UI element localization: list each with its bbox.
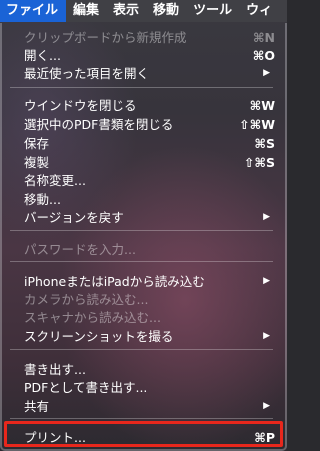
submenu-arrow-icon: ▶ [263,68,270,78]
menu-item-label: スクリーンショットを撮る [24,329,174,344]
menu-item-save[interactable]: 保存 ⌘S [0,134,283,153]
menu-item-duplicate[interactable]: 複製 ⇧⌘S [0,153,283,172]
menubar-file[interactable]: ファイル [0,0,67,22]
menu-item-shortcut: ⌘N [252,30,275,45]
menubar-view[interactable]: 表示 [106,0,146,22]
menu-item-rename[interactable]: 名称変更... [0,171,283,190]
menu-item-label: 最近使った項目を開く [24,66,150,81]
menu-item-label: PDFとして書き出す... [24,380,148,395]
menu-item-take-screenshot[interactable]: スクリーンショットを撮る ▶ [0,327,283,346]
menu-item-open-recent[interactable]: 最近使った項目を開く ▶ [0,64,283,83]
menu-separator [10,418,273,419]
menu-item-label: 共有 [24,399,50,414]
menu-item-revert[interactable]: バージョンを戻す ▶ [0,208,283,227]
menu-item-open[interactable]: 開く... ⌘O [0,46,283,65]
menu-item-shortcut: ⇧⌘W [239,117,275,132]
menu-item-label: バージョンを戻す [24,210,124,225]
menu-item-label: 書き出す... [24,362,86,377]
menu-item-enter-password: パスワードを入力... [0,240,283,259]
menu-item-label: 名称変更... [24,173,86,188]
submenu-arrow-icon: ▶ [263,401,270,411]
menu-item-shortcut: ⌘S [254,136,275,151]
menu-item-import-from-scanner: スキャナから読み込む... [0,308,283,327]
submenu-arrow-icon: ▶ [263,276,270,286]
menubar-tools[interactable]: ツール [186,0,239,22]
menu-separator [10,230,273,231]
menu-item-import-from-camera: カメラから読み込む... [0,290,283,309]
menu-item-close-pdf[interactable]: 選択中のPDF書類を閉じる ⇧⌘W [0,115,283,134]
menu-item-close-window[interactable]: ウインドウを閉じる ⌘W [0,96,283,115]
menu-item-shortcut: ⌘W [249,98,275,113]
menu-item-label: 選択中のPDF書類を閉じる [24,117,174,132]
menu-item-label: 複製 [24,155,50,170]
highlight-box [4,421,283,447]
menu-item-move[interactable]: 移動... [0,190,283,209]
menu-item-label: 保存 [24,136,50,151]
submenu-arrow-icon: ▶ [263,212,270,222]
menu-item-export[interactable]: 書き出す... [0,360,283,379]
menu-item-new-from-clipboard: クリップボードから新規作成 ⌘N [0,28,283,47]
menu-bar: ファイル 編集 表示 移動 ツール ウィ [0,0,287,22]
menubar-edit[interactable]: 編集 [66,0,106,22]
menu-item-export-as-pdf[interactable]: PDFとして書き出す... [0,378,283,397]
menu-item-shortcut: ⇧⌘S [243,155,275,170]
menu-item-label: クリップボードから新規作成 [24,30,187,45]
menu-item-label: カメラから読み込む... [24,292,149,307]
screen: ファイル 編集 表示 移動 ツール ウィ クリップボードから新規作成 ⌘N 開く..… [0,0,287,451]
menu-item-share[interactable]: 共有 ▶ [0,397,283,416]
menu-separator [10,349,273,350]
menubar-window[interactable]: ウィ [239,0,279,22]
menu-separator [10,87,273,88]
menu-item-label: 開く... [24,48,61,63]
submenu-arrow-icon: ▶ [263,331,270,341]
menu-item-shortcut: ⌘O [252,48,275,63]
menubar-go[interactable]: 移動 [146,0,186,22]
menu-item-import-from-iphone[interactable]: iPhoneまたはiPadから読み込む ▶ [0,272,283,291]
menu-item-label: スキャナから読み込む... [24,310,161,325]
menu-item-label: 移動... [24,192,61,207]
menu-item-label: ウインドウを閉じる [24,98,137,113]
menu-separator [10,261,273,262]
menu-item-label: パスワードを入力... [24,242,136,257]
menu-item-label: iPhoneまたはiPadから読み込む [24,274,205,289]
